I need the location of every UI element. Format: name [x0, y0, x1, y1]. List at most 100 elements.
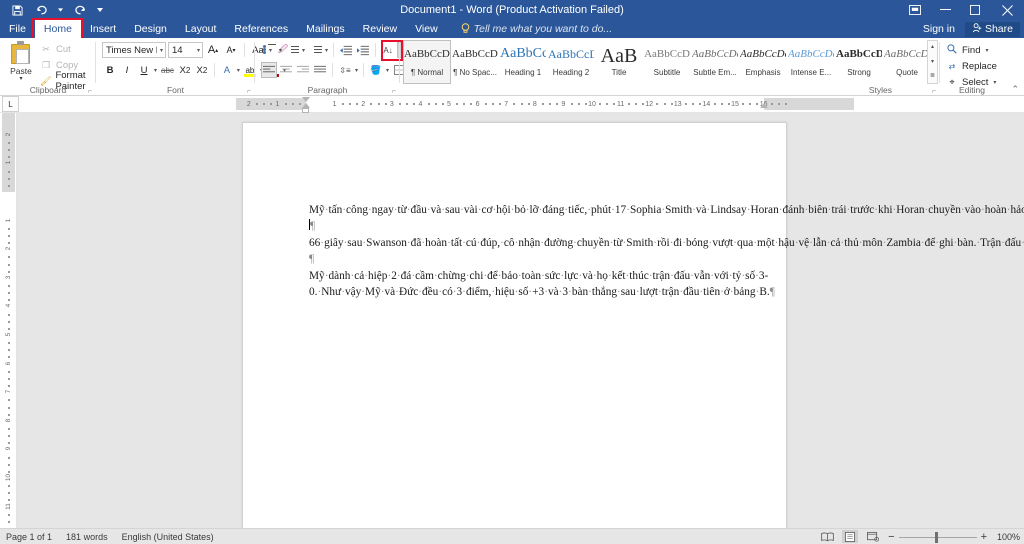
multilevel-list-button[interactable] [307, 42, 323, 58]
style-item-title[interactable]: AaB Title [595, 40, 643, 84]
document-page[interactable]: Mỹ·tấn·công·ngay·từ·đầu·và·sau·vài·cơ·hộ… [242, 122, 1024, 528]
document-canvas[interactable]: Mỹ·tấn·công·ngay·từ·đầu·và·sau·vài·cơ·hộ… [18, 113, 1024, 528]
font-name-combo[interactable]: Times New Rx ▾ [102, 42, 166, 58]
sort-button[interactable]: A↓ [380, 42, 396, 58]
right-indent-marker[interactable] [759, 103, 768, 108]
style-item-intense-emphasis[interactable]: AaBbCcDd Intense E... [787, 40, 835, 84]
strikethrough-button[interactable]: abc [159, 62, 176, 78]
horizontal-ruler[interactable]: L 2 1 1 2 3 4 5 6 7 8 9 10 11 12 13 14 15 16 [0, 96, 1024, 113]
styles-gallery-scrollbar[interactable]: ▴ ▾ ≣ [927, 40, 938, 84]
style-item-subtle-emphasis[interactable]: AaBbCcDd Subtle Em... [691, 40, 739, 84]
shading-button[interactable]: 🪣 [368, 62, 384, 78]
clipboard-dialog-launcher[interactable]: ⌐ [88, 88, 92, 95]
tab-home[interactable]: Home [34, 20, 81, 38]
chevron-down-icon[interactable]: ▾ [984, 47, 989, 54]
word-count[interactable]: 181 words [66, 532, 108, 542]
web-layout-icon[interactable] [865, 530, 881, 543]
cut-button[interactable]: ✂ Cut [38, 41, 96, 57]
zoom-out-button[interactable]: − [888, 531, 894, 543]
undo-dropdown-icon[interactable] [58, 3, 63, 17]
chevron-down-icon[interactable]: ▾ [153, 67, 158, 74]
styles-dialog-launcher[interactable]: ⌐ [932, 88, 936, 95]
tab-layout[interactable]: Layout [176, 20, 226, 38]
tab-insert[interactable]: Insert [81, 20, 125, 38]
line-spacing-button[interactable]: ⇳≡ [337, 62, 353, 78]
style-item-heading-1[interactable]: AaBbCc Heading 1 [499, 40, 547, 84]
bold-button[interactable]: B [102, 62, 118, 78]
align-center-button[interactable] [278, 62, 294, 78]
chevron-down-icon[interactable]: ▾ [301, 47, 306, 54]
subscript-button[interactable]: X2 [177, 62, 193, 78]
zoom-in-button[interactable]: + [981, 531, 987, 543]
document-paragraph[interactable]: Mỹ·dành·cả·hiệp·2·đá·cầm·chừng·chi·để·bả… [309, 268, 775, 301]
tab-mailings[interactable]: Mailings [297, 20, 354, 38]
close-icon[interactable] [990, 0, 1024, 20]
style-item-normal[interactable]: AaBbCcDd ¶ Normal [403, 40, 451, 84]
zoom-thumb[interactable] [934, 531, 938, 543]
vertical-ruler[interactable]: 2 1 1 2 3 4 5 6 7 8 9 10 11 [0, 113, 17, 528]
redo-icon[interactable] [73, 3, 87, 17]
paste-button[interactable]: Paste ▾ [4, 41, 38, 82]
italic-button[interactable]: I [119, 62, 135, 78]
style-item-quote[interactable]: AaBbCcDd Quote [883, 40, 931, 84]
numbering-button[interactable] [284, 42, 300, 58]
tab-design[interactable]: Design [125, 20, 176, 38]
style-item-subtitle[interactable]: AaBbCcD Subtitle [643, 40, 691, 84]
align-left-button[interactable] [261, 62, 277, 78]
increase-indent-button[interactable] [355, 42, 371, 58]
tell-me-search[interactable]: Tell me what you want to do... [461, 22, 612, 36]
grow-font-button[interactable]: A ▴ [205, 42, 221, 58]
tab-file[interactable]: File [0, 20, 35, 38]
style-item-strong[interactable]: AaBbCcDc Strong [835, 40, 883, 84]
chevron-down-icon[interactable]: ▾ [278, 47, 283, 54]
tab-references[interactable]: References [225, 20, 297, 38]
align-right-button[interactable] [295, 62, 311, 78]
paste-chevron-down-icon[interactable]: ▾ [19, 76, 22, 82]
read-mode-icon[interactable] [819, 530, 835, 543]
chevron-down-icon[interactable]: ▾ [354, 67, 359, 74]
empty-paragraph[interactable]: ¶ [309, 251, 729, 267]
zoom-level[interactable]: 100% [994, 532, 1020, 542]
horizontal-ruler-track[interactable]: 2 1 1 2 3 4 5 6 7 8 9 10 11 12 13 14 15 16 [236, 97, 854, 113]
language-indicator[interactable]: English (United States) [122, 532, 214, 542]
minimize-icon[interactable] [930, 0, 960, 20]
zoom-track[interactable] [898, 531, 977, 543]
bullets-button[interactable] [261, 42, 277, 58]
font-size-combo[interactable]: 14 ▾ [168, 42, 203, 58]
styles-scroll-up-icon[interactable]: ▴ [931, 41, 934, 54]
shrink-font-button[interactable]: A ▾ [223, 42, 239, 58]
restore-icon[interactable] [960, 0, 990, 20]
replace-button[interactable]: ⇄ Replace [946, 58, 997, 74]
style-item-emphasis[interactable]: AaBbCcDd Emphasis [739, 40, 787, 84]
tab-view[interactable]: View [406, 20, 447, 38]
text-effects-button[interactable]: A [219, 62, 235, 78]
document-text-body[interactable]: Mỹ·tấn·công·ngay·từ·đầu·và·sau·vài·cơ·hộ… [309, 202, 1024, 301]
sign-in-button[interactable]: Sign in [917, 23, 961, 35]
print-layout-icon[interactable] [842, 530, 859, 543]
collapse-ribbon-icon[interactable]: ⌃ [1011, 84, 1019, 95]
paragraph-dialog-launcher[interactable]: ⌐ [392, 88, 396, 95]
style-item-no-spacing[interactable]: AaBbCcDd ¶ No Spac... [451, 40, 499, 84]
ribbon-display-options-icon[interactable] [900, 0, 930, 20]
underline-button[interactable]: U [136, 62, 152, 78]
chevron-down-icon[interactable]: ▾ [324, 47, 329, 54]
styles-more-icon[interactable]: ≣ [930, 70, 935, 83]
empty-paragraph[interactable]: ¶ [309, 218, 729, 234]
share-button[interactable]: Share [964, 21, 1020, 37]
decrease-indent-button[interactable] [338, 42, 354, 58]
first-line-indent-marker[interactable] [302, 97, 310, 102]
document-paragraph[interactable]: Mỹ·tấn·công·ngay·từ·đầu·và·sau·vài·cơ·hộ… [309, 202, 1024, 218]
superscript-button[interactable]: X2 [194, 62, 210, 78]
find-button[interactable]: Find ▾ [946, 42, 997, 58]
page-count[interactable]: Page 1 of 1 [6, 532, 52, 542]
document-paragraph[interactable]: 66·giây·sau·Swanson·đã·hoàn·tất·cú·đúp,·… [309, 235, 1024, 251]
style-item-heading-2[interactable]: AaBbCcD Heading 2 [547, 40, 595, 84]
customize-qat-icon[interactable] [97, 3, 103, 17]
justify-button[interactable] [312, 62, 328, 78]
chevron-down-icon[interactable]: ▾ [236, 67, 241, 74]
chevron-down-icon[interactable]: ▾ [385, 67, 390, 74]
undo-icon[interactable] [34, 3, 48, 17]
styles-scroll-down-icon[interactable]: ▾ [931, 56, 934, 69]
save-icon[interactable] [10, 3, 24, 17]
tab-review[interactable]: Review [354, 20, 406, 38]
